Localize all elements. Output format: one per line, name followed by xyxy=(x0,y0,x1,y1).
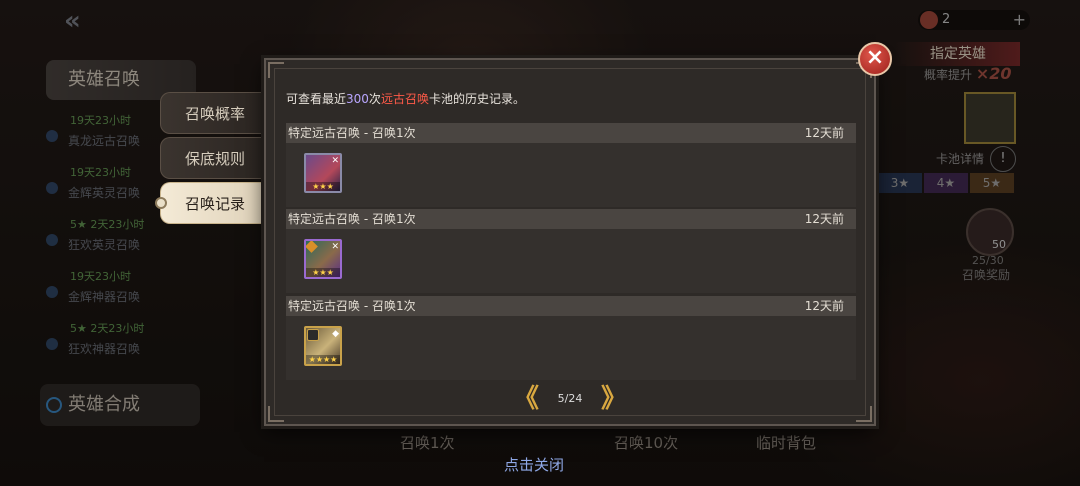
active-dot-icon xyxy=(155,197,167,209)
tab-label: 召唤记录 xyxy=(185,195,246,213)
record-header: 特定远古召唤 - 召唤1次 12天前 xyxy=(286,296,856,316)
frame-corner xyxy=(268,62,284,78)
close-icon[interactable]: × xyxy=(858,42,892,76)
tab-label: 召唤概率 xyxy=(185,105,246,123)
record-time: 12天前 xyxy=(804,299,844,313)
prev-page-icon[interactable]: 《 xyxy=(512,386,540,414)
record-header: 特定远古召唤 - 召唤1次 12天前 xyxy=(286,123,856,143)
hero-stars: ★★★ xyxy=(306,268,340,277)
frame-corner xyxy=(268,406,284,422)
record-title: 特定远古召唤 - 召唤1次 xyxy=(288,299,416,313)
tap-to-close-hint[interactable]: 点击关闭 xyxy=(504,454,564,475)
class-sword-icon: ✕ xyxy=(331,156,339,166)
record-body: ◆ ★★★★ xyxy=(286,316,856,380)
record-title: 特定远古召唤 - 召唤1次 xyxy=(288,126,416,140)
hero-portrait[interactable]: ◆ ★★★★ xyxy=(304,326,342,366)
element-icon xyxy=(306,241,318,253)
intro-pre: 可查看最近 xyxy=(286,92,347,106)
next-page-icon[interactable]: 》 xyxy=(600,386,628,414)
page-indicator: 5/24 xyxy=(557,392,583,405)
record-body: ✕ ★★★ xyxy=(286,143,856,207)
class-sword-icon: ✕ xyxy=(331,242,339,252)
record-time: 12天前 xyxy=(804,126,844,140)
intro-mid: 次 xyxy=(368,92,381,106)
history-intro: 可查看最近300次远古召唤卡池的历史记录。 xyxy=(286,90,525,107)
record-time: 12天前 xyxy=(804,212,844,226)
element-icon xyxy=(307,329,319,341)
hero-stars: ★★★★ xyxy=(306,355,340,364)
tab-pity-rules[interactable]: 保底规则 xyxy=(160,137,262,179)
hero-portrait[interactable]: ✕ ★★★ xyxy=(304,239,342,279)
hero-portrait[interactable]: ✕ ★★★ xyxy=(304,153,342,193)
tab-summon-history[interactable]: 召唤记录 xyxy=(155,182,262,224)
record-header: 特定远古召唤 - 召唤1次 12天前 xyxy=(286,209,856,229)
intro-pool-name: 远古召唤 xyxy=(380,92,429,106)
hero-stars: ★★★ xyxy=(306,182,340,191)
tab-summon-rates[interactable]: 召唤概率 xyxy=(160,92,262,134)
class-shield-icon: ◆ xyxy=(332,329,339,339)
record-title: 特定远古召唤 - 召唤1次 xyxy=(288,212,416,226)
intro-count: 300 xyxy=(346,92,369,106)
pagination: 《 5/24 》 xyxy=(512,386,628,414)
frame-corner xyxy=(856,406,872,422)
record-body: ✕ ★★★ xyxy=(286,229,856,293)
intro-post: 卡池的历史记录。 xyxy=(428,92,525,106)
tab-label: 保底规则 xyxy=(185,150,246,168)
